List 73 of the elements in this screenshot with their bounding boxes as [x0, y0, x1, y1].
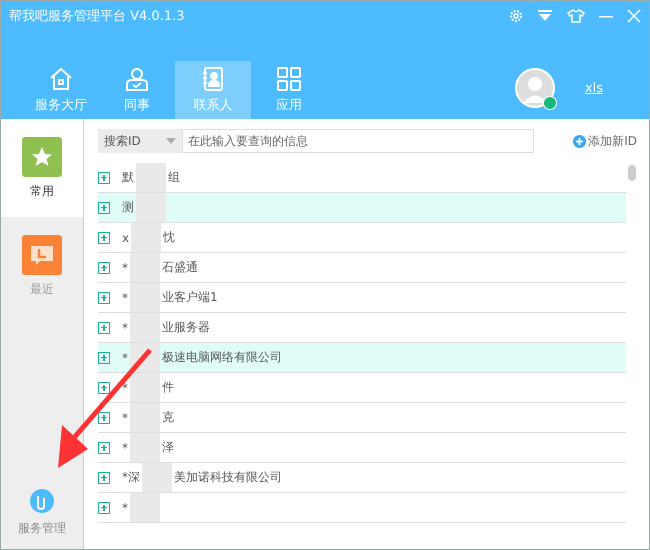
contact-group-row[interactable]: 测 [98, 193, 626, 223]
expand-icon[interactable] [98, 172, 110, 184]
window-title: 帮我吧服务管理平台 V4.0.1.3 [9, 8, 186, 25]
home-icon [48, 66, 74, 92]
group-name: * [122, 410, 128, 424]
redaction-blur [136, 163, 166, 192]
plus-icon [573, 134, 586, 148]
group-name: 极速电脑网络有限公司 [162, 349, 282, 366]
group-name: 测 [122, 199, 134, 216]
group-name: x [122, 230, 130, 244]
group-name: * [122, 380, 128, 394]
group-name: * [122, 260, 128, 274]
group-name: 克 [162, 409, 174, 426]
expand-icon[interactable] [98, 352, 110, 364]
expand-icon[interactable] [98, 202, 110, 214]
group-name: 组 [168, 169, 180, 186]
contact-group-row[interactable]: *深 美加诺科技有限公司 [98, 463, 626, 493]
contact-group-row[interactable]: * 业客户端1 [98, 283, 626, 313]
contact-group-row[interactable]: * 件 [98, 373, 626, 403]
group-name: *深 [122, 469, 140, 486]
expand-icon[interactable] [98, 232, 110, 244]
avatar[interactable] [514, 68, 555, 108]
contact-group-row[interactable]: * 泽 [98, 433, 626, 463]
sidebar-item[interactable]: 常用 [1, 119, 83, 217]
redaction-blur [130, 253, 160, 282]
contact-group-row[interactable]: * 极速电脑网络有限公司 [98, 343, 626, 373]
redaction-blur [130, 373, 160, 402]
add-id-link[interactable]: 添加新ID [573, 132, 637, 150]
group-name: 泽 [162, 439, 174, 456]
redaction-blur [142, 463, 172, 492]
group-name: * [122, 290, 128, 304]
redaction-blur [130, 433, 160, 462]
contact-group-row[interactable]: * 石盛通 [98, 253, 626, 283]
redaction-blur [136, 193, 166, 222]
group-name: 业服务器 [162, 319, 210, 336]
dropdown-icon[interactable] [537, 9, 553, 23]
group-name: 美加诺科技有限公司 [174, 469, 282, 486]
group-name: 业客户端1 [162, 289, 218, 306]
redaction-blur [130, 283, 160, 312]
shirt-icon[interactable] [567, 9, 585, 23]
expand-icon[interactable] [98, 502, 110, 514]
settings-icon[interactable] [509, 9, 523, 23]
group-name: 石盛通 [162, 259, 198, 276]
group-name: * [122, 440, 128, 454]
group-name: 件 [162, 379, 174, 396]
clock-message-icon [22, 234, 62, 274]
close-icon[interactable] [627, 9, 641, 23]
expand-icon[interactable] [98, 472, 110, 484]
expand-icon[interactable] [98, 262, 110, 274]
scrollbar-thumb[interactable] [628, 165, 636, 181]
person-icon [124, 66, 150, 92]
redaction-blur [130, 313, 160, 342]
caret-icon [166, 138, 176, 144]
group-name: * [122, 320, 128, 334]
expand-icon[interactable] [98, 412, 110, 424]
redaction-blur [131, 223, 162, 252]
group-name: 忱 [163, 229, 176, 246]
group-name: 默 [122, 169, 134, 186]
grid-icon [276, 66, 302, 92]
expand-icon[interactable] [98, 322, 110, 334]
contact-group-row[interactable]: x 忱 [98, 223, 626, 253]
search-field[interactable]: 在此输入要查询的信息 [182, 129, 534, 153]
search-type-dropdown[interactable]: 搜索ID [98, 129, 182, 153]
group-name: * [122, 350, 128, 364]
group-name: * [122, 500, 128, 514]
contact-group-row[interactable]: * [98, 493, 626, 523]
expand-icon[interactable] [98, 442, 110, 454]
contact-book-icon [200, 66, 226, 92]
redaction-blur [130, 403, 160, 432]
contact-group-row[interactable]: * 克 [98, 403, 626, 433]
redaction-blur [130, 493, 160, 522]
expand-icon[interactable] [98, 292, 110, 304]
expand-icon[interactable] [98, 382, 110, 394]
